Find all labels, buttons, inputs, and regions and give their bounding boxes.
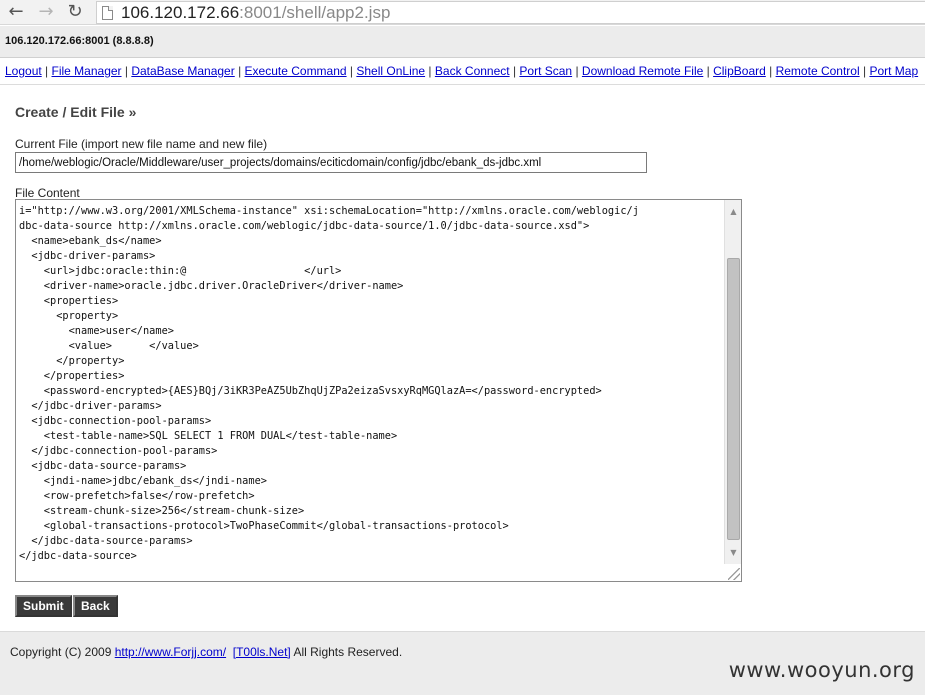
t00ls-link[interactable]: [T00ls.Net] (233, 645, 291, 659)
code-line: <stream-chunk-size>256</stream-chunk-siz… (19, 505, 305, 517)
scroll-down-icon[interactable]: ▼ (725, 544, 741, 561)
menu-separator: | (572, 64, 582, 78)
menu-separator: | (703, 64, 714, 78)
file-content-label: File Content (15, 186, 80, 200)
page-title: Create / Edit File » (15, 104, 137, 120)
menu-separator: | (234, 64, 245, 78)
code-line: </jdbc-data-source> (19, 550, 137, 562)
refresh-icon[interactable]: ↻ (63, 1, 87, 23)
code-line: <row-prefetch>false</row-prefetch> (19, 490, 255, 502)
menu-separator: | (346, 64, 357, 78)
host-info-bar: 106.120.172.66:8001 (8.8.8.8) (0, 26, 925, 58)
code-line: <jdbc-driver-params> (19, 250, 156, 262)
footer: Copyright (C) 2009 http://www.Forjj.com/… (0, 631, 925, 695)
address-bar[interactable]: 106.120.172.66:8001/shell/app2.jsp (96, 1, 925, 24)
file-content-textarea[interactable]: i="http://www.w3.org/2001/XMLSchema-inst… (15, 199, 742, 582)
resize-grip-icon[interactable] (728, 568, 740, 580)
code-line: i="http://www.w3.org/2001/XMLSchema-inst… (19, 205, 639, 217)
menu-item-back-connect[interactable]: Back Connect (435, 64, 510, 78)
code-line: <jdbc-data-source-params> (19, 460, 187, 472)
code-line: <driver-name>oracle.jdbc.driver.OracleDr… (19, 280, 404, 292)
menu-item-download-remote-file[interactable]: Download Remote File (582, 64, 703, 78)
menu-item-port-scan[interactable]: Port Scan (519, 64, 572, 78)
code-line: <name>ebank_ds</name> (19, 235, 162, 247)
submit-button[interactable]: Submit (15, 595, 72, 617)
url-text: 106.120.172.66:8001/shell/app2.jsp (121, 2, 390, 24)
menu-item-remote-control[interactable]: Remote Control (776, 64, 860, 78)
code-line: <test-table-name>SQL SELECT 1 FROM DUAL<… (19, 430, 398, 442)
menu-item-file-manager[interactable]: File Manager (52, 64, 122, 78)
back-button[interactable]: Back (73, 595, 118, 617)
menu-separator: | (41, 64, 52, 78)
code-line: <property> (19, 310, 119, 322)
vertical-scrollbar[interactable]: ▲ ▼ (724, 200, 741, 564)
current-file-input[interactable] (15, 152, 647, 173)
forward-arrow-icon[interactable]: → (34, 1, 58, 23)
copyright-text: Copyright (C) 2009 (10, 645, 115, 659)
code-line: <value> </value> (19, 340, 199, 352)
code-line: </jdbc-driver-params> (19, 400, 162, 412)
url-host: 106.120.172.66 (121, 3, 240, 22)
menu-separator: | (425, 64, 435, 78)
code-line: <name>user</name> (19, 325, 174, 337)
menu-item-execute-command[interactable]: Execute Command (245, 64, 347, 78)
code-line: <jdbc-connection-pool-params> (19, 415, 212, 427)
menu-divider (0, 84, 925, 85)
footer-text: Copyright (C) 2009 http://www.Forjj.com/… (10, 645, 402, 659)
scroll-up-icon[interactable]: ▲ (725, 203, 741, 220)
url-path: :8001/shell/app2.jsp (239, 3, 391, 22)
code-line: <global-transactions-protocol>TwoPhaseCo… (19, 520, 509, 532)
watermark: www.wooyun.org (728, 658, 915, 682)
menu-item-port-map[interactable]: Port Map (869, 64, 918, 78)
code-line: <password-encrypted>{AES}BQj/3iKR3PeAZ5U… (19, 385, 602, 397)
host-info-text: 106.120.172.66:8001 (8.8.8.8) (5, 35, 154, 47)
code-line: </jdbc-connection-pool-params> (19, 445, 218, 457)
page-icon (102, 6, 113, 20)
file-content-text: i="http://www.w3.org/2001/XMLSchema-inst… (19, 204, 719, 564)
current-file-label: Current File (import new file name and n… (15, 137, 268, 151)
menu-separator: | (859, 64, 870, 78)
scroll-thumb[interactable] (727, 258, 740, 540)
menu-item-database-manager[interactable]: DataBase Manager (131, 64, 234, 78)
code-line: dbc-data-source http://xmlns.oracle.com/… (19, 220, 590, 232)
menu-separator: | (121, 64, 132, 78)
menu-item-clipboard[interactable]: ClipBoard (713, 64, 766, 78)
menu-separator: | (765, 64, 776, 78)
browser-toolbar: ← → ↻ 106.120.172.66:8001/shell/app2.jsp (0, 0, 925, 25)
menu-item-logout[interactable]: Logout (5, 64, 42, 78)
rights-text: All Rights Reserved. (290, 645, 403, 659)
code-line: <url>jdbc:oracle:thin:@ </url> (19, 265, 342, 277)
code-line: </properties> (19, 370, 125, 382)
menu-separator: | (509, 64, 520, 78)
code-line: </property> (19, 355, 125, 367)
code-line: </jdbc-data-source-params> (19, 535, 193, 547)
forjj-link[interactable]: http://www.Forjj.com/ (115, 645, 226, 659)
code-line: <properties> (19, 295, 119, 307)
code-line: <jndi-name>jdbc/ebank_ds</jndi-name> (19, 475, 267, 487)
back-arrow-icon[interactable]: ← (4, 1, 28, 23)
menu-item-shell-online[interactable]: Shell OnLine (356, 64, 425, 78)
main-menu: Logout | File Manager | DataBase Manager… (5, 64, 925, 78)
